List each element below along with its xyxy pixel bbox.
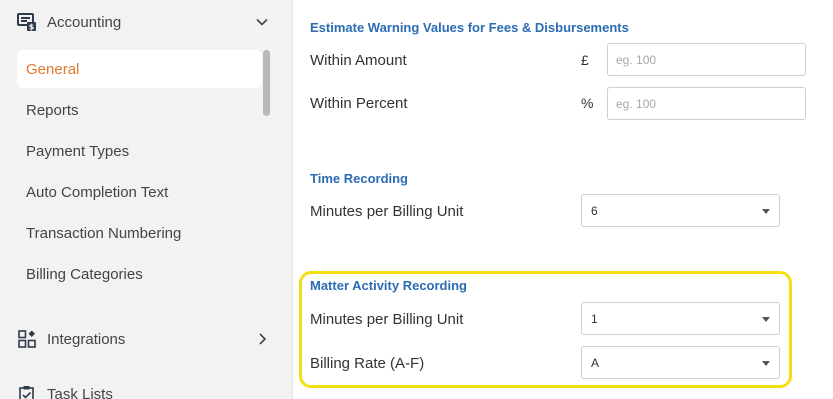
select-value: 6 bbox=[591, 203, 598, 218]
sidebar: $ Accounting General Reports Payment Typ… bbox=[0, 0, 293, 399]
sidebar-item-payment-types[interactable]: Payment Types bbox=[17, 132, 262, 170]
chevron-right-icon[interactable] bbox=[255, 332, 269, 346]
sidebar-section-task-lists[interactable]: Task Lists bbox=[0, 374, 292, 399]
billing-rate-select[interactable]: A bbox=[581, 346, 780, 379]
time-minutes-per-unit-select[interactable]: 6 bbox=[581, 194, 780, 227]
section-title-matter-activity: Matter Activity Recording bbox=[310, 278, 467, 293]
dropdown-arrow-icon bbox=[762, 361, 770, 366]
sidebar-scrollbar[interactable] bbox=[263, 50, 270, 116]
sidebar-item-billing-categories[interactable]: Billing Categories bbox=[17, 255, 262, 293]
percent-symbol: % bbox=[581, 95, 594, 111]
matter-minutes-per-unit-select[interactable]: 1 bbox=[581, 302, 780, 335]
svg-text:$: $ bbox=[29, 23, 35, 32]
task-list-icon bbox=[17, 384, 37, 399]
select-value: A bbox=[591, 355, 600, 370]
dropdown-arrow-icon bbox=[762, 317, 770, 322]
sidebar-section-label: Integrations bbox=[47, 330, 126, 348]
sidebar-section-label: Accounting bbox=[47, 13, 122, 31]
within-percent-input[interactable] bbox=[607, 87, 806, 120]
sidebar-item-auto-completion-text[interactable]: Auto Completion Text bbox=[17, 173, 262, 211]
currency-symbol: £ bbox=[581, 52, 589, 68]
within-percent-label: Within Percent bbox=[310, 95, 408, 112]
sidebar-item-reports[interactable]: Reports bbox=[17, 91, 262, 129]
select-value: 1 bbox=[591, 311, 598, 326]
accounting-icon: $ bbox=[17, 12, 37, 32]
within-amount-input[interactable] bbox=[607, 43, 806, 76]
chevron-down-icon[interactable] bbox=[255, 15, 269, 29]
section-title-time-recording: Time Recording bbox=[310, 171, 409, 186]
settings-panel: Estimate Warning Values for Fees & Disbu… bbox=[294, 0, 833, 399]
within-amount-label: Within Amount bbox=[310, 52, 407, 69]
billing-rate-label: Billing Rate (A-F) bbox=[310, 355, 425, 372]
sidebar-item-transaction-numbering[interactable]: Transaction Numbering bbox=[17, 214, 262, 252]
time-minutes-per-unit-label: Minutes per Billing Unit bbox=[310, 203, 464, 220]
sidebar-item-general[interactable]: General bbox=[17, 50, 262, 88]
sidebar-section-integrations[interactable]: Integrations bbox=[0, 319, 292, 359]
sidebar-section-label: Task Lists bbox=[47, 385, 113, 399]
integrations-icon bbox=[17, 329, 37, 349]
matter-minutes-per-unit-label: Minutes per Billing Unit bbox=[310, 311, 464, 328]
dropdown-arrow-icon bbox=[762, 209, 770, 214]
section-title-estimate-warning: Estimate Warning Values for Fees & Disbu… bbox=[310, 20, 629, 35]
sidebar-section-accounting[interactable]: $ Accounting bbox=[0, 2, 292, 42]
